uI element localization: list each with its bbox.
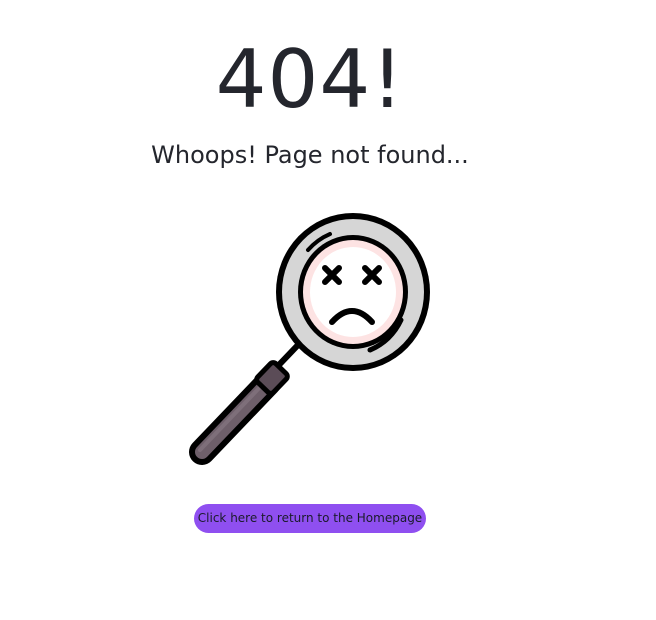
return-home-button[interactable]: Click here to return to the Homepage xyxy=(194,504,426,533)
magnifier-handle xyxy=(189,343,300,465)
error-message: Whoops! Page not found... xyxy=(151,141,469,169)
magnifying-glass-sad-face-icon xyxy=(180,200,445,475)
magnifier-lens xyxy=(276,213,430,371)
error-code-heading: 404! xyxy=(215,33,405,126)
